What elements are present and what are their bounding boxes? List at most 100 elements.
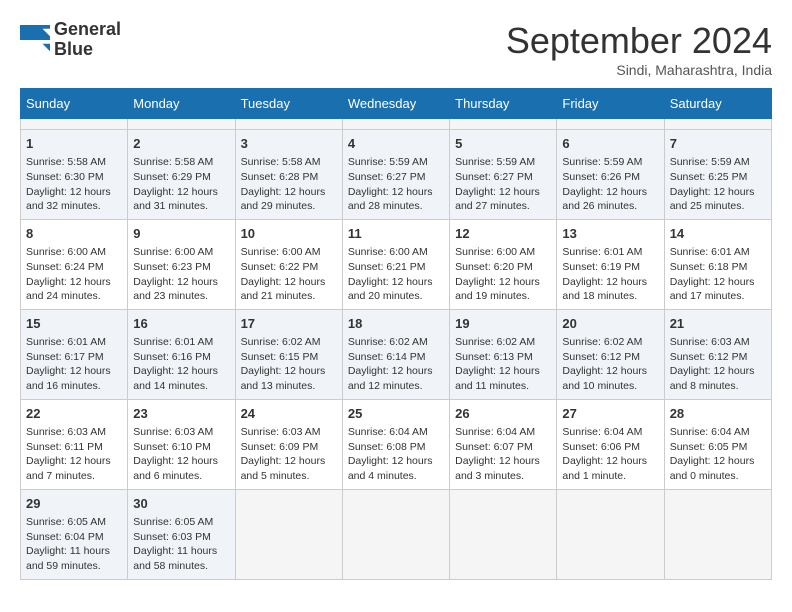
calendar-cell: 2Sunrise: 5:58 AM Sunset: 6:29 PM Daylig…: [128, 130, 235, 220]
location-subtitle: Sindi, Maharashtra, India: [506, 62, 772, 78]
day-info: Sunrise: 6:02 AM Sunset: 6:15 PM Dayligh…: [241, 335, 337, 394]
day-number: 11: [348, 225, 444, 243]
calendar-cell: 24 Sunrise: 6:03 AM Sunset: 6:09 PM Dayli…: [235, 399, 342, 489]
calendar-cell: 18Sunrise: 6:02 AM Sunset: 6:14 PM Dayli…: [342, 309, 449, 399]
day-number: 4: [348, 135, 444, 153]
calendar-cell: 13 Sunrise: 6:01 AM Sunset: 6:19 PM Dayli…: [557, 219, 664, 309]
calendar-cell: 16Sunrise: 6:01 AM Sunset: 6:16 PM Dayli…: [128, 309, 235, 399]
month-title: September 2024: [506, 20, 772, 62]
title-block: September 2024 Sindi, Maharashtra, India: [506, 20, 772, 78]
day-number: 6: [562, 135, 658, 153]
day-number: 16: [133, 315, 229, 333]
calendar-cell: 22 Sunrise: 6:03 AM Sunset: 6:11 PM Dayli…: [21, 399, 128, 489]
weekday-header: Saturday: [664, 89, 771, 119]
calendar-cell: 28 Sunrise: 6:04 AM Sunset: 6:05 PM Dayli…: [664, 399, 771, 489]
calendar-cell: [557, 119, 664, 130]
day-number: 21: [670, 315, 766, 333]
calendar-cell: 25 Sunrise: 6:04 AM Sunset: 6:08 PM Dayli…: [342, 399, 449, 489]
day-number: 7: [670, 135, 766, 153]
logo-text: General Blue: [54, 20, 121, 60]
day-number: 13: [562, 225, 658, 243]
calendar-week-row: [21, 119, 772, 130]
day-info: Sunrise: 5:59 AM Sunset: 6:26 PM Dayligh…: [562, 155, 658, 214]
calendar-cell: 29Sunrise: 6:05 AM Sunset: 6:04 PM Dayli…: [21, 489, 128, 579]
day-info: Sunrise: 5:58 AM Sunset: 6:30 PM Dayligh…: [26, 155, 122, 214]
day-number: 20: [562, 315, 658, 333]
weekday-header-row: SundayMondayTuesdayWednesdayThursdayFrid…: [21, 89, 772, 119]
calendar-cell: [664, 489, 771, 579]
day-info: Sunrise: 6:03 AM Sunset: 6:11 PM Dayligh…: [26, 425, 122, 484]
day-info: Sunrise: 6:04 AM Sunset: 6:05 PM Dayligh…: [670, 425, 766, 484]
day-number: 10: [241, 225, 337, 243]
day-number: 3: [241, 135, 337, 153]
day-info: Sunrise: 6:05 AM Sunset: 6:03 PM Dayligh…: [133, 515, 229, 574]
day-number: 28: [670, 405, 766, 423]
calendar-week-row: 8 Sunrise: 6:00 AM Sunset: 6:24 PM Daylig…: [21, 219, 772, 309]
day-info: Sunrise: 6:00 AM Sunset: 6:24 PM Dayligh…: [26, 245, 122, 304]
calendar-cell: [450, 119, 557, 130]
logo-icon: [20, 25, 50, 55]
weekday-header: Tuesday: [235, 89, 342, 119]
calendar-cell: 23 Sunrise: 6:03 AM Sunset: 6:10 PM Dayli…: [128, 399, 235, 489]
day-number: 9: [133, 225, 229, 243]
day-number: 30: [133, 495, 229, 513]
day-info: Sunrise: 6:03 AM Sunset: 6:09 PM Dayligh…: [241, 425, 337, 484]
calendar-cell: 11 Sunrise: 6:00 AM Sunset: 6:21 PM Dayli…: [342, 219, 449, 309]
weekday-header: Friday: [557, 89, 664, 119]
calendar-cell: [342, 489, 449, 579]
day-info: Sunrise: 6:01 AM Sunset: 6:19 PM Dayligh…: [562, 245, 658, 304]
day-info: Sunrise: 6:04 AM Sunset: 6:07 PM Dayligh…: [455, 425, 551, 484]
calendar-table: SundayMondayTuesdayWednesdayThursdayFrid…: [20, 88, 772, 580]
day-info: Sunrise: 6:03 AM Sunset: 6:10 PM Dayligh…: [133, 425, 229, 484]
calendar-cell: [450, 489, 557, 579]
calendar-cell: 27Sunrise: 6:04 AM Sunset: 6:06 PM Dayli…: [557, 399, 664, 489]
day-info: Sunrise: 5:59 AM Sunset: 6:27 PM Dayligh…: [455, 155, 551, 214]
calendar-week-row: 15 Sunrise: 6:01 AM Sunset: 6:17 PM Dayli…: [21, 309, 772, 399]
day-number: 14: [670, 225, 766, 243]
weekday-header: Thursday: [450, 89, 557, 119]
day-info: Sunrise: 6:00 AM Sunset: 6:21 PM Dayligh…: [348, 245, 444, 304]
day-number: 26: [455, 405, 551, 423]
page-header: General Blue September 2024 Sindi, Mahar…: [20, 20, 772, 78]
calendar-cell: 1Sunrise: 5:58 AM Sunset: 6:30 PM Daylig…: [21, 130, 128, 220]
calendar-week-row: 29Sunrise: 6:05 AM Sunset: 6:04 PM Dayli…: [21, 489, 772, 579]
day-info: Sunrise: 6:00 AM Sunset: 6:20 PM Dayligh…: [455, 245, 551, 304]
weekday-header: Sunday: [21, 89, 128, 119]
day-info: Sunrise: 6:04 AM Sunset: 6:08 PM Dayligh…: [348, 425, 444, 484]
calendar-cell: 9Sunrise: 6:00 AM Sunset: 6:23 PM Daylig…: [128, 219, 235, 309]
day-number: 25: [348, 405, 444, 423]
calendar-cell: 21Sunrise: 6:03 AM Sunset: 6:12 PM Dayli…: [664, 309, 771, 399]
calendar-cell: 5Sunrise: 5:59 AM Sunset: 6:27 PM Daylig…: [450, 130, 557, 220]
day-number: 22: [26, 405, 122, 423]
day-info: Sunrise: 6:00 AM Sunset: 6:22 PM Dayligh…: [241, 245, 337, 304]
day-info: Sunrise: 6:02 AM Sunset: 6:13 PM Dayligh…: [455, 335, 551, 394]
day-info: Sunrise: 5:59 AM Sunset: 6:25 PM Dayligh…: [670, 155, 766, 214]
calendar-cell: [235, 119, 342, 130]
calendar-cell: [235, 489, 342, 579]
calendar-cell: 10 Sunrise: 6:00 AM Sunset: 6:22 PM Dayli…: [235, 219, 342, 309]
calendar-cell: [128, 119, 235, 130]
day-number: 2: [133, 135, 229, 153]
logo: General Blue: [20, 20, 121, 60]
day-info: Sunrise: 6:02 AM Sunset: 6:12 PM Dayligh…: [562, 335, 658, 394]
day-number: 19: [455, 315, 551, 333]
calendar-cell: [342, 119, 449, 130]
day-info: Sunrise: 5:59 AM Sunset: 6:27 PM Dayligh…: [348, 155, 444, 214]
weekday-header: Wednesday: [342, 89, 449, 119]
day-number: 8: [26, 225, 122, 243]
calendar-cell: 4 Sunrise: 5:59 AM Sunset: 6:27 PM Daylig…: [342, 130, 449, 220]
day-info: Sunrise: 6:04 AM Sunset: 6:06 PM Dayligh…: [562, 425, 658, 484]
day-number: 18: [348, 315, 444, 333]
day-info: Sunrise: 6:01 AM Sunset: 6:17 PM Dayligh…: [26, 335, 122, 394]
calendar-cell: 26 Sunrise: 6:04 AM Sunset: 6:07 PM Dayli…: [450, 399, 557, 489]
day-number: 24: [241, 405, 337, 423]
day-info: Sunrise: 6:01 AM Sunset: 6:18 PM Dayligh…: [670, 245, 766, 304]
day-info: Sunrise: 5:58 AM Sunset: 6:28 PM Dayligh…: [241, 155, 337, 214]
calendar-cell: 30 Sunrise: 6:05 AM Sunset: 6:03 PM Dayli…: [128, 489, 235, 579]
calendar-cell: 8 Sunrise: 6:00 AM Sunset: 6:24 PM Daylig…: [21, 219, 128, 309]
calendar-cell: 20 Sunrise: 6:02 AM Sunset: 6:12 PM Dayli…: [557, 309, 664, 399]
calendar-cell: 7 Sunrise: 5:59 AM Sunset: 6:25 PM Daylig…: [664, 130, 771, 220]
day-number: 23: [133, 405, 229, 423]
day-number: 15: [26, 315, 122, 333]
day-number: 12: [455, 225, 551, 243]
